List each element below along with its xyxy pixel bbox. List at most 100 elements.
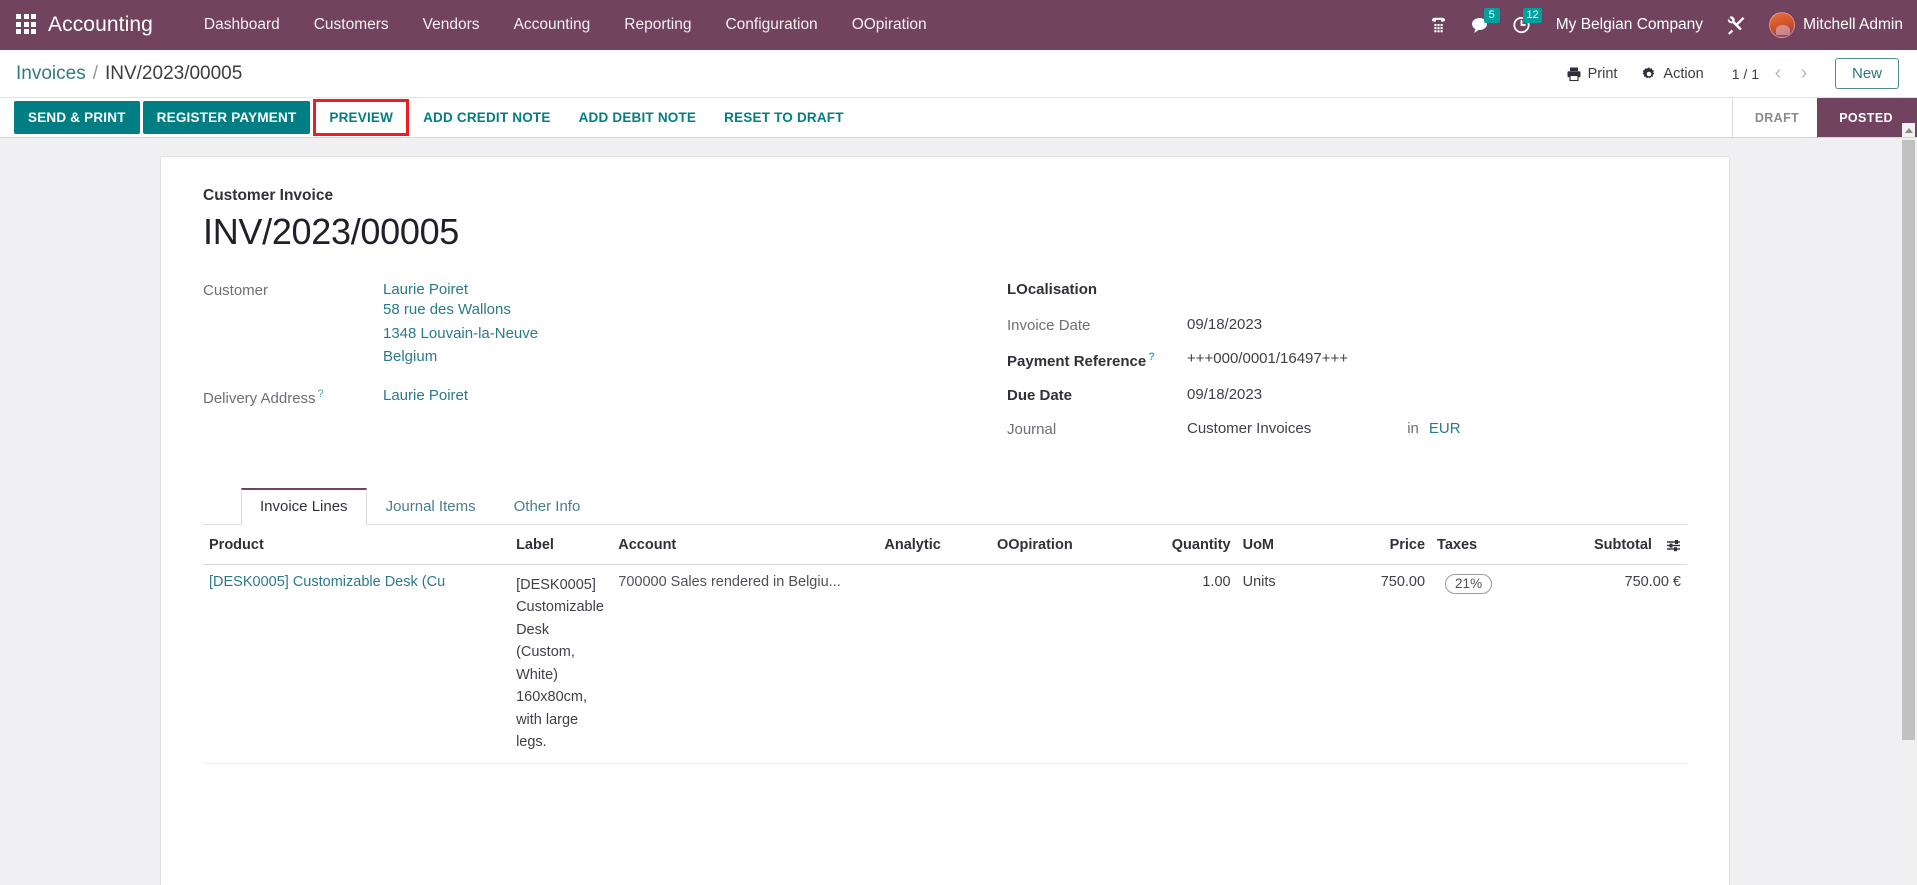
- page-title: INV/2023/00005: [203, 211, 460, 252]
- header-price[interactable]: Price: [1318, 525, 1432, 565]
- form-columns: Customer Laurie Poiret 58 rue des Wallon…: [203, 281, 1687, 454]
- menu-configuration[interactable]: Configuration: [708, 10, 834, 40]
- navbar-systray: 5 12 My Belgian Company Mitchell Admin: [1418, 5, 1903, 45]
- action-label: Action: [1663, 65, 1704, 82]
- due-date-value[interactable]: 09/18/2023: [1187, 386, 1262, 403]
- customer-value-group: Laurie Poiret 58 rue des Wallons 1348 Lo…: [383, 281, 538, 369]
- header-subtotal-text: Subtotal: [1593, 537, 1652, 553]
- add-credit-note-button[interactable]: ADD CREDIT NOTE: [409, 98, 565, 137]
- cell-account[interactable]: 700000 Sales rendered in Belgiu...: [612, 564, 879, 764]
- address-line-country[interactable]: Belgium: [383, 345, 538, 369]
- chevron-right-icon[interactable]: ›: [1791, 61, 1817, 87]
- activities-count-badge: 12: [1523, 8, 1542, 23]
- tools-icon[interactable]: [1715, 5, 1757, 45]
- payment-reference-value[interactable]: +++000/0001/16497+++: [1187, 350, 1348, 367]
- send-and-print-button[interactable]: SEND & PRINT: [14, 101, 140, 134]
- delivery-address-label-text: Delivery Address: [203, 390, 316, 408]
- address-line-city[interactable]: 1348 Louvain-la-Neuve: [383, 322, 538, 346]
- breadcrumb-invoices[interactable]: Invoices: [16, 63, 86, 85]
- header-quantity[interactable]: Quantity: [1144, 525, 1237, 565]
- vertical-scrollbar[interactable]: [1900, 138, 1917, 885]
- customer-name-link[interactable]: Laurie Poiret: [383, 281, 538, 298]
- tax-badge[interactable]: 21%: [1445, 574, 1493, 594]
- journal-currency-value[interactable]: EUR: [1429, 420, 1461, 437]
- delivery-address-value[interactable]: Laurie Poiret: [383, 387, 468, 404]
- register-payment-button[interactable]: REGISTER PAYMENT: [142, 101, 311, 134]
- phone-dialpad-icon[interactable]: [1418, 5, 1460, 45]
- user-avatar[interactable]: [1769, 12, 1796, 38]
- new-button[interactable]: New: [1834, 58, 1899, 89]
- journal-value[interactable]: Customer Invoices: [1187, 420, 1311, 437]
- product-link[interactable]: [DESK0005] Customizable Desk (Cu: [209, 574, 445, 590]
- status-bar: DRAFT POSTED: [1731, 98, 1917, 138]
- chevron-left-icon[interactable]: ‹: [1765, 61, 1791, 87]
- menu-dashboard[interactable]: Dashboard: [187, 10, 297, 40]
- record-action-bar: SEND & PRINT REGISTER PAYMENT PREVIEW AD…: [0, 98, 1917, 138]
- cell-price[interactable]: 750.00: [1318, 564, 1432, 764]
- table-row[interactable]: [DESK0005] Customizable Desk (Cu [DESK00…: [203, 564, 1687, 764]
- delivery-address-label: Delivery Address?: [203, 387, 383, 407]
- field-delivery-address: Delivery Address? Laurie Poiret: [203, 387, 945, 407]
- action-button[interactable]: Action: [1629, 60, 1715, 88]
- menu-customers[interactable]: Customers: [297, 10, 406, 40]
- payment-reference-label: Payment Reference?: [1007, 350, 1187, 370]
- field-due-date: Due Date 09/18/2023: [1007, 386, 1687, 404]
- invoice-date-value[interactable]: 09/18/2023: [1187, 316, 1262, 333]
- help-tooltip-icon[interactable]: ?: [1148, 351, 1155, 363]
- activities-clock-icon[interactable]: 12: [1502, 5, 1544, 45]
- due-date-label: Due Date: [1007, 387, 1073, 404]
- menu-accounting[interactable]: Accounting: [497, 10, 608, 40]
- journal-value-group: Customer Invoices in EUR: [1187, 420, 1461, 437]
- header-label[interactable]: Label: [510, 525, 613, 565]
- header-account[interactable]: Account: [612, 525, 879, 565]
- document-type-label: Customer Invoice: [203, 187, 334, 204]
- company-switcher[interactable]: My Belgian Company: [1544, 10, 1715, 40]
- field-customer: Customer Laurie Poiret 58 rue des Wallon…: [203, 281, 945, 369]
- top-navbar: Accounting Dashboard Customers Vendors A…: [0, 0, 1917, 50]
- control-panel-right: Print Action 1 / 1 ‹ › New: [1554, 58, 1899, 89]
- breadcrumb-separator: /: [92, 62, 98, 84]
- scrollbar-thumb[interactable]: [1902, 140, 1915, 740]
- notebook: Invoice Lines Journal Items Other Info P…: [203, 488, 1687, 764]
- printer-icon: [1566, 66, 1582, 82]
- invoice-sheet: Customer Invoice INV/2023/00005 Customer…: [160, 156, 1730, 885]
- form-content-area: Customer Invoice INV/2023/00005 Customer…: [0, 138, 1917, 885]
- preview-button[interactable]: PREVIEW: [313, 99, 410, 136]
- column-options-icon[interactable]: [1666, 539, 1681, 552]
- help-tooltip-icon[interactable]: ?: [318, 388, 324, 400]
- cell-subtotal: 750.00 €: [1543, 564, 1687, 764]
- cell-product[interactable]: [DESK0005] Customizable Desk (Cu: [203, 564, 511, 764]
- app-brand-accounting[interactable]: Accounting: [48, 13, 153, 37]
- form-column-right: LOcalisation Invoice Date 09/18/2023 Pay…: [945, 281, 1687, 454]
- header-uom[interactable]: UoM: [1236, 525, 1319, 565]
- header-subtotal[interactable]: Subtotal: [1543, 525, 1687, 565]
- address-line-street[interactable]: 58 rue des Wallons: [383, 298, 538, 322]
- cell-oopiration[interactable]: [990, 564, 1145, 764]
- menu-vendors[interactable]: Vendors: [406, 10, 497, 40]
- tab-invoice-lines[interactable]: Invoice Lines: [241, 488, 367, 525]
- header-analytic[interactable]: Analytic: [878, 525, 991, 565]
- pager: 1 / 1 ‹ ›: [1732, 61, 1817, 87]
- control-panel-breadcrumb: Invoices / INV/2023/00005 Print Action 1…: [0, 50, 1917, 98]
- menu-oopiration[interactable]: OOpiration: [835, 10, 944, 40]
- tab-journal-items[interactable]: Journal Items: [367, 488, 495, 525]
- messages-icon[interactable]: 5: [1460, 5, 1502, 45]
- field-payment-reference: Payment Reference? +++000/0001/16497+++: [1007, 350, 1687, 370]
- cell-label[interactable]: [DESK0005] Customizable Desk (Custom, Wh…: [510, 564, 613, 764]
- tab-other-info[interactable]: Other Info: [495, 488, 600, 525]
- apps-grid-icon[interactable]: [16, 14, 38, 36]
- cell-taxes[interactable]: 21%: [1431, 564, 1544, 764]
- scrollbar-up-arrow[interactable]: [1902, 123, 1915, 137]
- add-debit-note-button[interactable]: ADD DEBIT NOTE: [565, 98, 711, 137]
- reset-to-draft-button[interactable]: RESET TO DRAFT: [710, 98, 858, 137]
- header-taxes[interactable]: Taxes: [1431, 525, 1544, 565]
- cell-uom[interactable]: Units: [1236, 564, 1319, 764]
- cell-quantity[interactable]: 1.00: [1144, 564, 1237, 764]
- gear-icon: [1641, 66, 1657, 82]
- header-product[interactable]: Product: [203, 525, 511, 565]
- header-oopiration[interactable]: OOpiration: [990, 525, 1145, 565]
- menu-reporting[interactable]: Reporting: [607, 10, 708, 40]
- user-menu-mitchell-admin[interactable]: Mitchell Admin: [1803, 16, 1903, 34]
- print-button[interactable]: Print: [1554, 60, 1630, 88]
- cell-analytic[interactable]: [878, 564, 991, 764]
